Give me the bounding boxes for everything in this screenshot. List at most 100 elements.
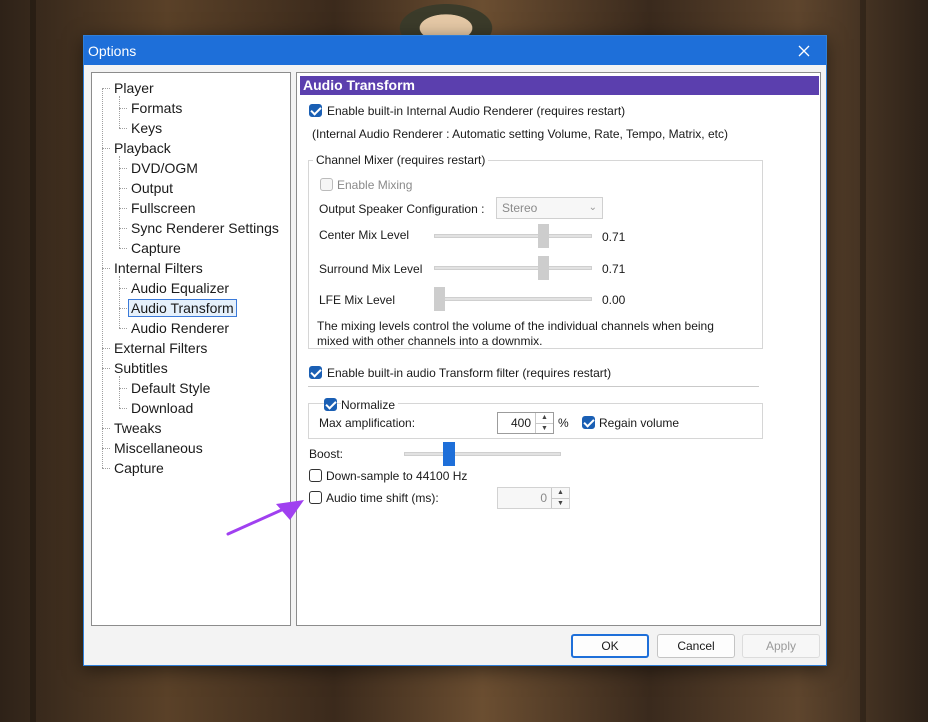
tree-item-label: Audio Equalizer: [131, 280, 230, 296]
enable-transform-filter-checkbox[interactable]: [309, 366, 322, 379]
tree-item-label: Output: [131, 180, 174, 196]
tree-connector: [102, 348, 110, 349]
lfe-mix-slider[interactable]: [434, 297, 592, 301]
tree-connector: [119, 388, 127, 389]
tree-item[interactable]: Subtitles: [111, 358, 171, 378]
spin-up-icon[interactable]: ▲: [536, 413, 553, 423]
downsample-checkbox[interactable]: [309, 469, 322, 482]
tree-item[interactable]: DVD/OGM: [128, 158, 201, 178]
time-shift-value: 0: [540, 491, 547, 505]
surround-mix-slider-thumb[interactable]: [538, 256, 550, 280]
center-mix-slider[interactable]: [434, 234, 592, 238]
tree-item[interactable]: Capture: [111, 458, 167, 478]
tree-item-label: Miscellaneous: [114, 440, 203, 456]
tree-connector: [119, 288, 127, 289]
tree-item-label: Sync Renderer Settings: [131, 220, 279, 236]
tree-item[interactable]: Audio Transform: [128, 298, 237, 318]
options-dialog: Options Player Formats Keys Playback DVD/OGM…: [83, 35, 827, 666]
background-wood: [860, 0, 866, 722]
enable-internal-renderer-checkbox[interactable]: [309, 104, 322, 117]
background-character: [392, 0, 500, 40]
tree-connector: [119, 408, 127, 409]
tree-item-label: Tweaks: [114, 420, 162, 436]
tree-item[interactable]: Tweaks: [111, 418, 164, 438]
close-button[interactable]: [782, 36, 826, 65]
tree-connector: [119, 188, 127, 189]
speaker-config-value: Stereo: [502, 201, 538, 215]
tree-connector: [102, 88, 103, 468]
separator: [308, 386, 759, 387]
tree-item-label: DVD/OGM: [131, 160, 198, 176]
time-shift-checkbox[interactable]: [309, 491, 322, 504]
options-tree[interactable]: Player Formats Keys Playback DVD/OGM Output Fu…: [91, 72, 291, 626]
tree-item[interactable]: Player: [111, 78, 157, 98]
regain-volume-label: Regain volume: [599, 416, 680, 430]
tree-item-label: Audio Transform: [128, 299, 237, 317]
speaker-config-label: Output Speaker Configuration :: [319, 202, 485, 216]
cancel-button[interactable]: Cancel: [657, 634, 735, 658]
spin-down-icon[interactable]: ▼: [536, 423, 553, 433]
tree-connector: [119, 96, 120, 128]
max-amplification-unit: %: [558, 416, 569, 430]
tree-connector: [102, 88, 110, 89]
mixing-note-line2: mixed with other channels into a downmix…: [317, 334, 543, 348]
tree-item[interactable]: Fullscreen: [128, 198, 199, 218]
apply-button[interactable]: Apply: [742, 634, 820, 658]
tree-item[interactable]: Miscellaneous: [111, 438, 206, 458]
max-amplification-label: Max amplification:: [319, 416, 416, 430]
lfe-mix-slider-thumb[interactable]: [434, 287, 445, 311]
tree-item[interactable]: Output: [128, 178, 176, 198]
tree-item[interactable]: Formats: [128, 98, 185, 118]
tree-item[interactable]: Audio Renderer: [128, 318, 232, 338]
tree-connector: [119, 276, 120, 328]
ok-button[interactable]: OK: [571, 634, 649, 658]
center-mix-label: Center Mix Level: [319, 228, 410, 242]
spin-up-icon[interactable]: ▲: [552, 488, 569, 498]
tree-item[interactable]: Audio Equalizer: [128, 278, 232, 298]
tree-connector: [119, 248, 127, 249]
tree-item[interactable]: Playback: [111, 138, 174, 158]
time-shift-spin-buttons[interactable]: ▲ ▼: [551, 488, 569, 508]
speaker-config-select[interactable]: Stereo ⌄: [496, 197, 603, 219]
tree-connector: [102, 148, 110, 149]
spin-down-icon[interactable]: ▼: [552, 498, 569, 508]
tree-connector: [102, 468, 110, 469]
tree-item-label: Audio Renderer: [131, 320, 230, 336]
tree-item[interactable]: Download: [128, 398, 196, 418]
normalize-checkbox[interactable]: [324, 398, 337, 411]
tree-item-label: Download: [131, 400, 194, 416]
tree-item-label: Capture: [114, 460, 164, 476]
tree-connector: [119, 376, 120, 408]
boost-slider-thumb[interactable]: [443, 442, 456, 466]
enable-internal-renderer-label: Enable built-in Internal Audio Renderer …: [327, 104, 626, 118]
tree-connector: [102, 268, 110, 269]
center-mix-slider-thumb[interactable]: [538, 224, 550, 248]
enable-mixing-checkbox[interactable]: [320, 178, 333, 191]
tree-item[interactable]: Sync Renderer Settings: [128, 218, 282, 238]
surround-mix-slider[interactable]: [434, 266, 592, 270]
max-amplification-stepper[interactable]: 400 ▲ ▼: [497, 412, 554, 434]
tree-item-label: Playback: [114, 140, 171, 156]
tree-item[interactable]: Keys: [128, 118, 165, 138]
time-shift-label: Audio time shift (ms):: [326, 491, 439, 505]
tree-connector: [119, 208, 127, 209]
tree-connector: [119, 308, 127, 309]
normalize-label: Normalize: [341, 398, 399, 412]
tree-item-label: Subtitles: [114, 360, 168, 376]
tree-item[interactable]: External Filters: [111, 338, 210, 358]
tree-item[interactable]: Capture: [128, 238, 184, 258]
time-shift-stepper[interactable]: 0 ▲ ▼: [497, 487, 570, 509]
regain-volume-checkbox[interactable]: [582, 416, 595, 429]
tree-item[interactable]: Default Style: [128, 378, 213, 398]
boost-slider[interactable]: [404, 452, 561, 456]
tree-item[interactable]: Internal Filters: [111, 258, 206, 278]
tree-connector: [119, 328, 127, 329]
window-title: Options: [88, 42, 137, 59]
chevron-down-icon: ⌄: [588, 202, 597, 213]
max-amplification-spin-buttons[interactable]: ▲ ▼: [535, 413, 553, 433]
tree-item-label: Capture: [131, 240, 181, 256]
annotation-arrow-icon: [226, 500, 304, 536]
mixing-note-line1: The mixing levels control the volume of …: [317, 319, 714, 333]
enable-mixing-label: Enable Mixing: [337, 178, 413, 192]
tree-connector: [119, 128, 127, 129]
